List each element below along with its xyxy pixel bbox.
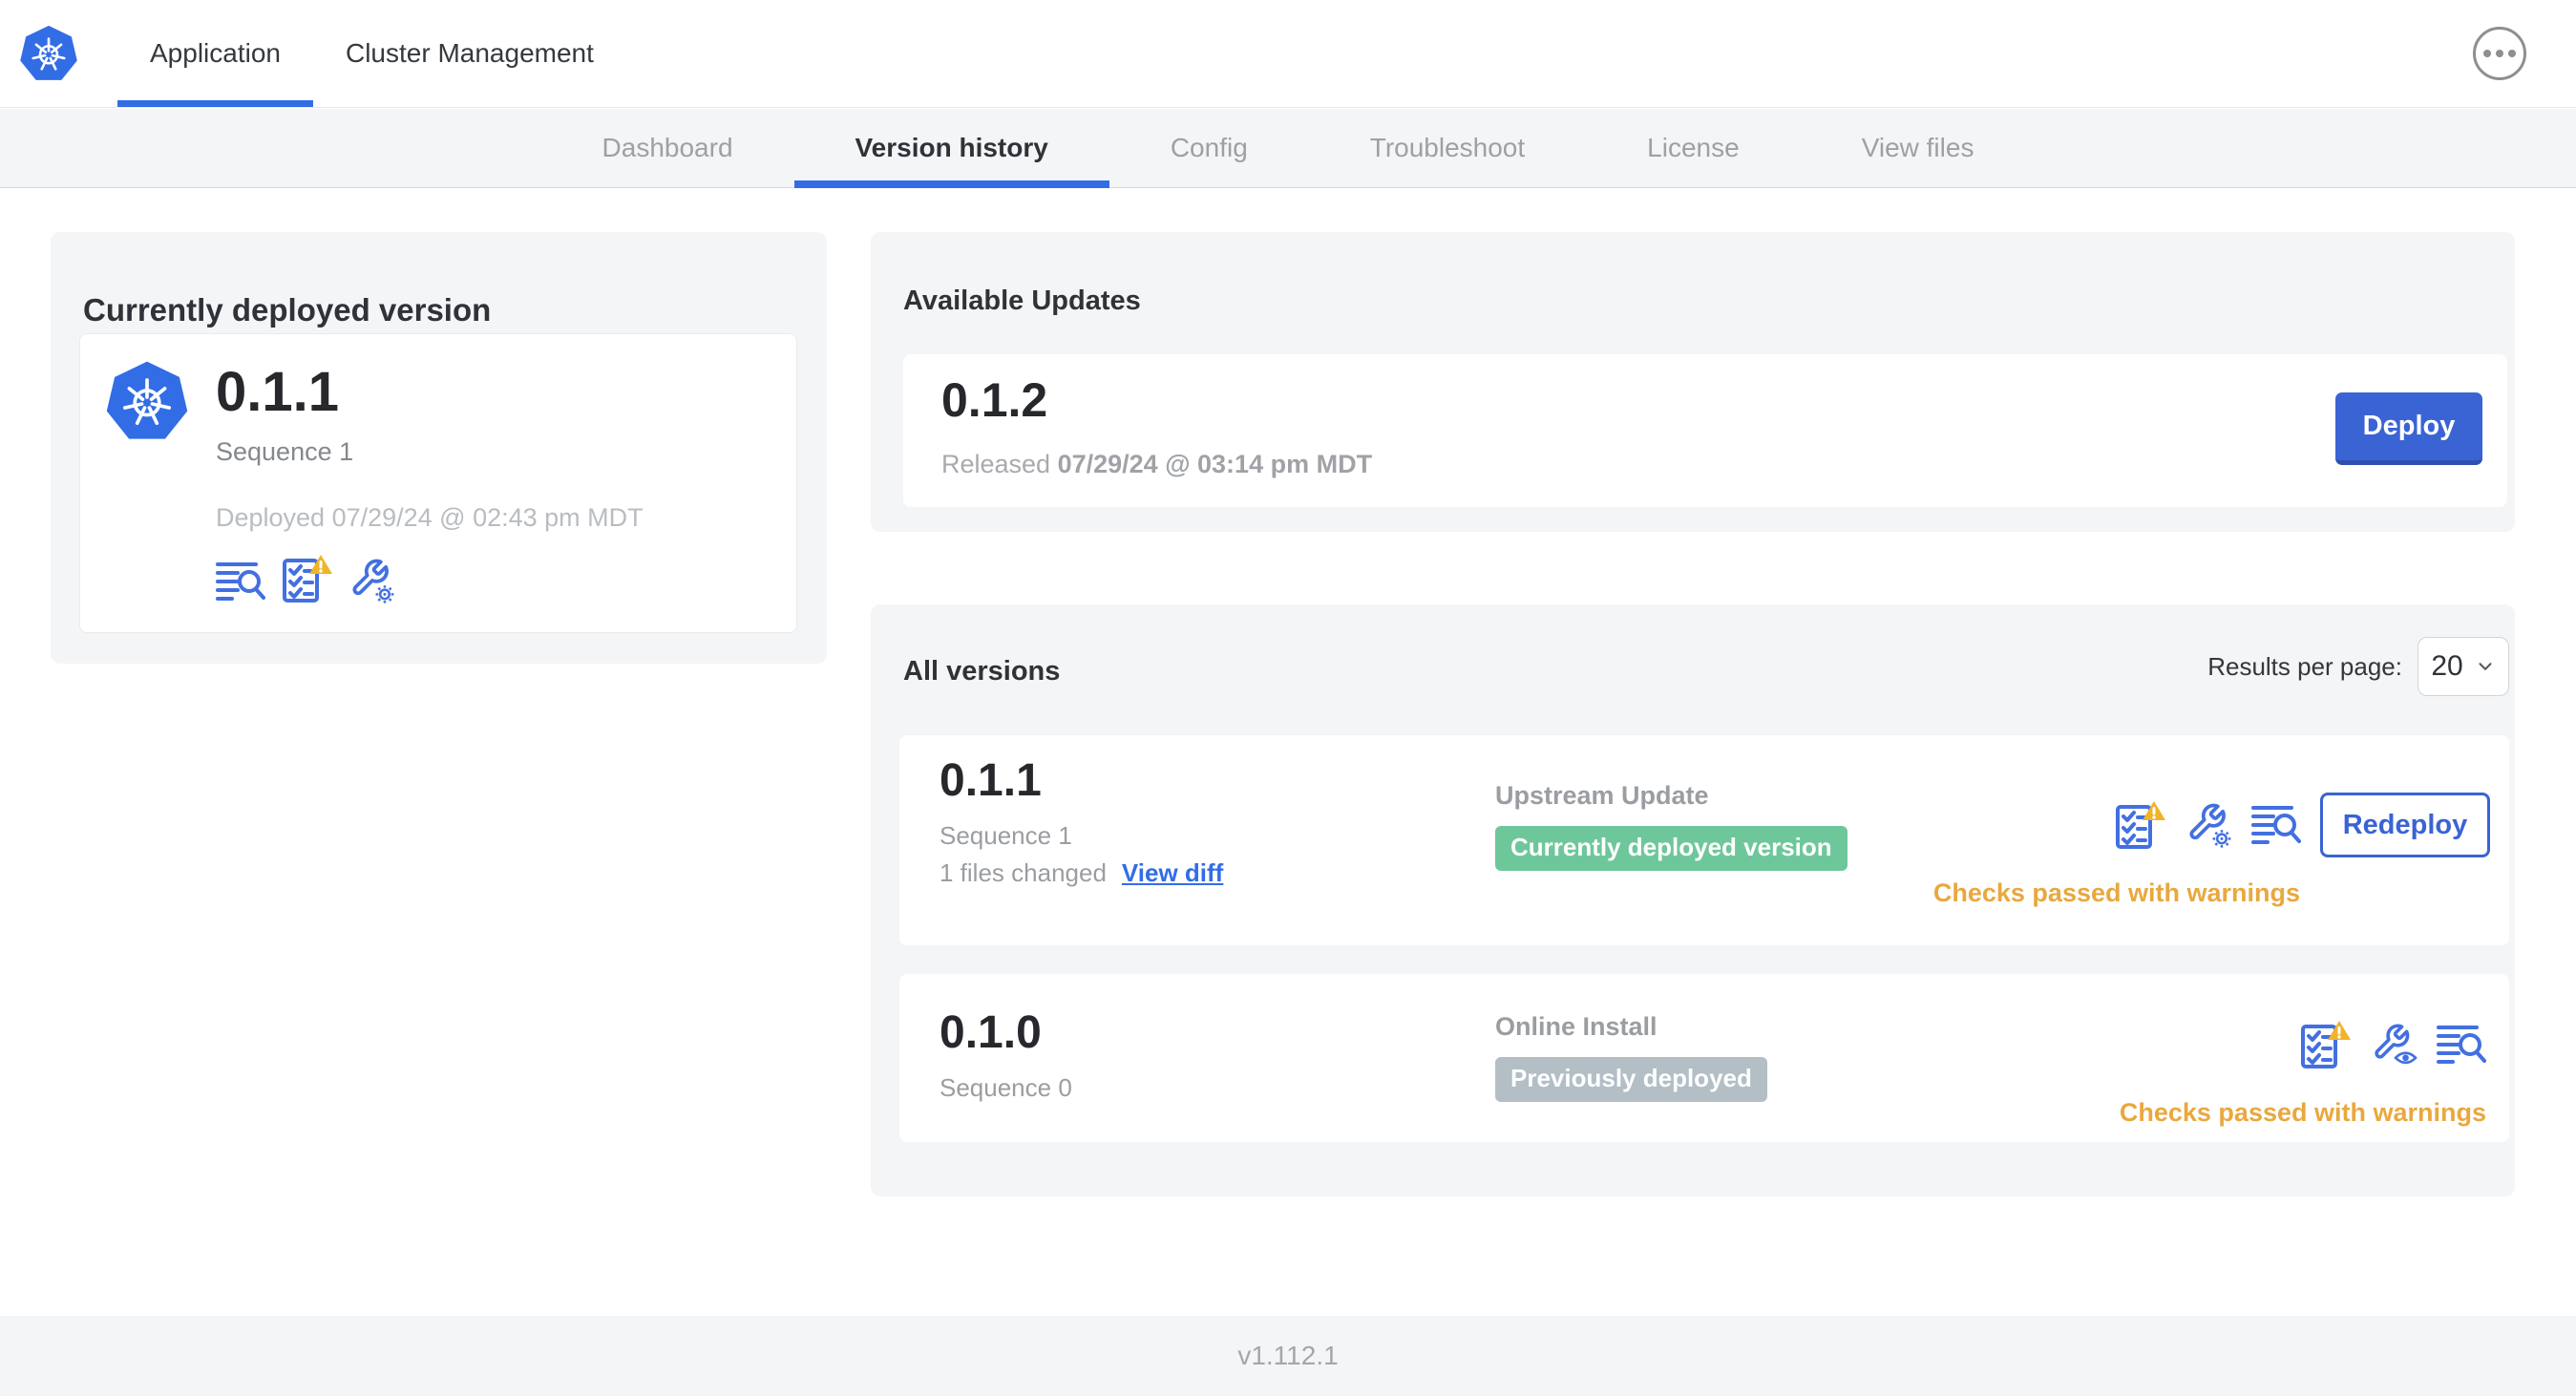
update-released-line: Released 07/29/24 @ 03:14 pm MDT — [941, 450, 2507, 479]
previously-deployed-badge: Previously deployed — [1495, 1057, 1767, 1102]
subtab-license-label: License — [1647, 133, 1740, 162]
row-version-sequence: Sequence 0 — [940, 1073, 1072, 1102]
app-subnav: Dashboard Version history Config Trouble… — [0, 109, 2576, 188]
currently-deployed-badge: Currently deployed version — [1495, 826, 1848, 871]
current-version-deployed-timestamp: Deployed 07/29/24 @ 02:43 pm MDT — [216, 503, 644, 532]
subtab-dashboard-label: Dashboard — [602, 133, 733, 162]
version-row-actions — [2299, 1020, 2486, 1069]
diff-icon[interactable] — [2251, 803, 2301, 847]
subtab-version-history[interactable]: Version history — [793, 109, 1110, 188]
tab-application-label: Application — [150, 38, 281, 68]
preflight-checks-warning-icon[interactable] — [2114, 800, 2167, 850]
chevron-down-icon — [2479, 663, 2492, 670]
subtab-config[interactable]: Config — [1109, 109, 1309, 187]
tab-cluster-management-label: Cluster Management — [345, 38, 594, 68]
update-version-number: 0.1.2 — [941, 373, 1048, 427]
results-per-page-value: 20 — [2431, 650, 2463, 682]
subtab-version-history-label: Version history — [855, 133, 1048, 162]
view-diff-link[interactable]: View diff — [1122, 858, 1223, 888]
row-version-sequence: Sequence 1 — [940, 821, 1072, 850]
files-changed-count: 1 files changed — [940, 858, 1107, 887]
app-kubernetes-icon — [105, 359, 189, 443]
currently-deployed-title: Currently deployed version — [83, 292, 492, 328]
kots-admin-console: Application Cluster Management Dashboard… — [0, 0, 2576, 1396]
current-version-actions — [216, 554, 644, 603]
preflight-checks-warning-icon[interactable] — [2299, 1020, 2353, 1069]
preflight-status-text: Checks passed with warnings — [2119, 1098, 2486, 1127]
version-source-label: Upstream Update — [1495, 781, 1709, 810]
redeploy-button[interactable]: Redeploy — [2320, 793, 2490, 857]
diff-icon[interactable] — [2437, 1023, 2486, 1067]
released-timestamp: 07/29/24 @ 03:14 pm MDT — [1057, 450, 1373, 478]
version-row-0-1-0: 0.1.0 Sequence 0 Online Install Previous… — [899, 974, 2509, 1142]
current-version-sequence: Sequence 1 — [216, 437, 354, 466]
kubernetes-logo-icon — [19, 0, 78, 107]
top-navbar: Application Cluster Management — [0, 0, 2576, 108]
version-source-block: Online Install Previously deployed — [1495, 1012, 1767, 1102]
version-info: 0.1.1 Sequence 1 1 files changed View di… — [940, 756, 1223, 888]
subtab-dashboard[interactable]: Dashboard — [541, 109, 794, 187]
subtab-license[interactable]: License — [1586, 109, 1801, 187]
diff-icon[interactable] — [216, 560, 265, 603]
subtab-troubleshoot[interactable]: Troubleshoot — [1309, 109, 1586, 187]
overflow-menu-button[interactable] — [2473, 27, 2526, 80]
preflight-status-text: Checks passed with warnings — [1932, 878, 2300, 907]
currently-deployed-card: Currently deployed version 0.1.1 Sequenc… — [51, 232, 827, 664]
available-updates-card: Available Updates 0.1.2 Released 07/29/2… — [871, 232, 2515, 532]
currently-deployed-version-panel: 0.1.1 Sequence 1 Deployed 07/29/24 @ 02:… — [79, 333, 797, 633]
available-updates-title: Available Updates — [903, 286, 1141, 317]
version-row-0-1-1: 0.1.1 Sequence 1 1 files changed View di… — [899, 735, 2509, 945]
subtab-view-files-label: View files — [1861, 133, 1974, 162]
admin-console-version: v1.112.1 — [1237, 1341, 1339, 1370]
page-footer: v1.112.1 — [0, 1316, 2576, 1396]
subtab-troubleshoot-label: Troubleshoot — [1369, 133, 1526, 162]
row-files-line: 1 files changed View diff — [940, 858, 1223, 888]
results-per-page-label: Results per page: — [2207, 651, 2402, 681]
config-wrench-gear-icon[interactable] — [2186, 802, 2232, 848]
config-wrench-eye-icon[interactable] — [2372, 1022, 2418, 1068]
version-row-actions: Redeploy — [2114, 793, 2490, 857]
tab-cluster-management[interactable]: Cluster Management — [313, 0, 626, 107]
top-nav-tabs: Application Cluster Management — [117, 0, 626, 107]
results-per-page-select[interactable]: 20 — [2418, 637, 2509, 696]
row-version-number: 0.1.1 — [940, 755, 1042, 806]
current-version-meta: 0.1.1 Sequence 1 Deployed 07/29/24 @ 02:… — [216, 359, 644, 632]
current-version-number: 0.1.1 — [216, 361, 339, 423]
version-source-label: Online Install — [1495, 1012, 1658, 1041]
version-info: 0.1.0 Sequence 0 — [940, 1008, 1072, 1103]
version-source-block: Upstream Update Currently deployed versi… — [1495, 781, 1848, 871]
row-version-number: 0.1.0 — [940, 1007, 1042, 1058]
deploy-button[interactable]: Deploy — [2335, 392, 2482, 465]
released-label: Released — [941, 450, 1051, 478]
preflight-checks-warning-icon[interactable] — [281, 554, 334, 603]
subtab-view-files[interactable]: View files — [1801, 109, 2036, 187]
all-versions-card: All versions Results per page: 20 0.1.1 … — [871, 604, 2515, 1196]
ellipsis-icon — [2483, 50, 2491, 57]
config-wrench-gear-icon[interactable] — [349, 558, 395, 603]
subtab-config-label: Config — [1170, 133, 1248, 162]
tab-application[interactable]: Application — [117, 0, 313, 107]
update-row: 0.1.2 Released 07/29/24 @ 03:14 pm MDT D… — [903, 354, 2507, 507]
all-versions-title: All versions — [903, 656, 1061, 687]
results-per-page: Results per page: 20 — [2207, 637, 2509, 696]
